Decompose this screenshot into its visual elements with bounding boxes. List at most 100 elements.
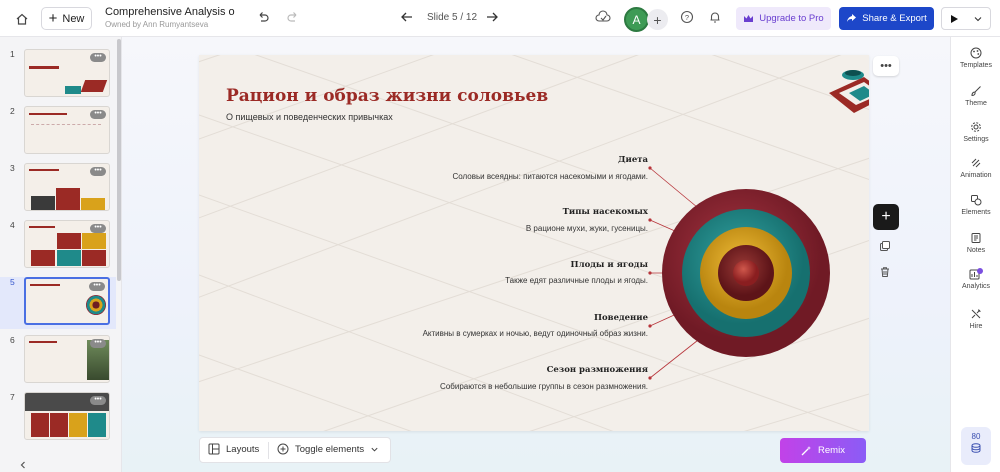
add-collaborator-button[interactable]: + [647, 9, 668, 30]
upgrade-to-pro-button[interactable]: Upgrade to Pro [736, 7, 831, 30]
plus-circle-icon [277, 443, 289, 455]
undo-icon[interactable] [256, 10, 270, 29]
new-button[interactable]: + New [41, 7, 92, 30]
analytics-tool[interactable]: Analytics [951, 268, 1000, 290]
thumbnail-row[interactable]: 5 ••• [0, 277, 116, 329]
magic-wand-icon [801, 446, 812, 456]
thumbnail-more-icon[interactable]: ••• [90, 339, 106, 348]
settings-tool[interactable]: Settings [951, 121, 1000, 143]
redo-icon[interactable] [286, 10, 300, 29]
palette-icon [970, 47, 982, 59]
brush-icon [971, 86, 981, 97]
trash-icon[interactable] [879, 265, 891, 283]
share-export-button[interactable]: Share & Export [839, 7, 934, 30]
shapes-icon [971, 195, 982, 206]
share-label: Share & Export [862, 13, 927, 24]
gear-icon [971, 122, 981, 132]
thumbnail-row[interactable]: 2 ••• [0, 106, 116, 158]
thumbnail-number: 7 [10, 392, 15, 402]
settings-label: Settings [963, 136, 989, 143]
toggle-elements-button[interactable]: Toggle elements [277, 443, 379, 455]
thumbnail-number: 4 [10, 220, 15, 230]
elements-tool[interactable]: Elements [951, 194, 1000, 216]
divider [268, 442, 269, 459]
thumbnail-row[interactable]: 4 ••• [0, 220, 116, 272]
tools-icon [971, 309, 981, 319]
upgrade-label: Upgrade to Pro [759, 13, 824, 24]
next-slide-icon[interactable] [485, 10, 499, 29]
chevron-down-icon [371, 447, 378, 452]
user-avatar[interactable]: A [624, 7, 649, 32]
slide-thumbnail[interactable]: ••• [24, 163, 110, 211]
notes-label: Notes [966, 247, 986, 254]
new-label: New [62, 12, 85, 25]
share-icon [847, 14, 857, 22]
animation-tool[interactable]: Animation [951, 157, 1000, 179]
top-bar: + New Comprehensive Analysis on ... Owne… [0, 0, 1000, 37]
thumbnail-number: 6 [10, 335, 15, 345]
toggle-elements-label: Toggle elements [295, 443, 365, 455]
templates-label: Templates [960, 62, 992, 69]
theme-tool[interactable]: Theme [951, 85, 1000, 107]
thumbnail-more-icon[interactable]: ••• [90, 110, 106, 119]
layouts-button[interactable]: Layouts [208, 443, 259, 455]
hire-label: Hire [969, 323, 983, 330]
thumbnail-row[interactable]: 7 ••• [0, 392, 116, 444]
svg-text:?: ? [685, 13, 689, 22]
slide-indicator: Slide 5 / 12 [427, 12, 478, 23]
plus-icon: + [48, 10, 58, 27]
slide-thumbnail[interactable]: ••• [24, 335, 110, 383]
add-element-button[interactable]: + [873, 204, 899, 230]
chevron-down-icon[interactable] [973, 14, 983, 24]
document-title[interactable]: Comprehensive Analysis on ... [105, 6, 235, 18]
elements-label: Elements [961, 209, 991, 216]
slide-thumbnail[interactable]: ••• [24, 49, 110, 97]
slide-thumbnail[interactable]: ••• [24, 392, 110, 440]
right-tools-panel: Templates Theme Settings Animation Eleme… [950, 37, 1000, 472]
hire-tool[interactable]: Hire [951, 308, 1000, 330]
theme-label: Theme [965, 100, 987, 107]
analytics-icon [969, 268, 983, 280]
thumbnail-number: 5 [10, 277, 15, 287]
notes-icon [971, 233, 981, 243]
credits-badge[interactable]: 80 [961, 427, 991, 465]
thumbnail-number: 3 [10, 163, 15, 173]
thumbnails-scrollbar[interactable] [117, 39, 121, 281]
help-icon[interactable]: ? [680, 10, 694, 29]
thumbnail-more-icon[interactable]: ••• [90, 224, 106, 233]
previous-slide-icon[interactable] [400, 10, 414, 29]
thumbnail-row[interactable]: 3 ••• [0, 163, 116, 215]
thumbnail-number: 1 [10, 49, 15, 59]
thumbnail-more-icon[interactable]: ••• [90, 167, 106, 176]
slide-thumbnail[interactable]: ••• [24, 220, 110, 268]
analytics-label: Analytics [961, 283, 990, 290]
animation-icon [971, 158, 981, 168]
thumbnail-row[interactable]: 6 ••• [0, 335, 116, 387]
cloud-sync-icon[interactable] [595, 10, 611, 29]
thumbnail-more-icon[interactable]: ••• [90, 53, 106, 62]
remix-button[interactable]: Remix [780, 438, 866, 463]
thumbnail-row[interactable]: 1 ••• [0, 49, 116, 101]
slide-more-options-button[interactable]: ••• [873, 56, 899, 76]
slide-thumbnails-panel: 1 ••• 2 ••• 3 ••• 4 ••• 5 ••• 6 ••• 7 ••… [0, 37, 122, 472]
layout-icon [208, 443, 220, 455]
slide-thumbnail[interactable]: ••• [24, 277, 110, 325]
remix-label: Remix [818, 445, 845, 456]
thumbnail-more-icon[interactable]: ••• [90, 396, 106, 405]
notifications-bell-icon[interactable] [708, 10, 722, 29]
duplicate-icon[interactable] [879, 239, 891, 257]
credits-count: 80 [971, 432, 981, 441]
thumbnail-more-icon[interactable]: ••• [89, 282, 105, 291]
animation-label: Animation [960, 172, 992, 179]
present-button[interactable] [941, 7, 991, 30]
slide-canvas[interactable]: Рацион и образ жизни соловьев О пищевых … [199, 55, 869, 431]
play-icon [951, 14, 958, 23]
collapse-panel-icon[interactable] [18, 457, 28, 472]
crown-icon [744, 15, 754, 22]
thumbnail-number: 2 [10, 106, 15, 116]
templates-tool[interactable]: Templates [951, 47, 1000, 69]
concentric-rings-graphic [648, 70, 869, 380]
slide-thumbnail[interactable]: ••• [24, 106, 110, 154]
notes-tool[interactable]: Notes [951, 232, 1000, 254]
home-icon[interactable] [12, 9, 32, 29]
